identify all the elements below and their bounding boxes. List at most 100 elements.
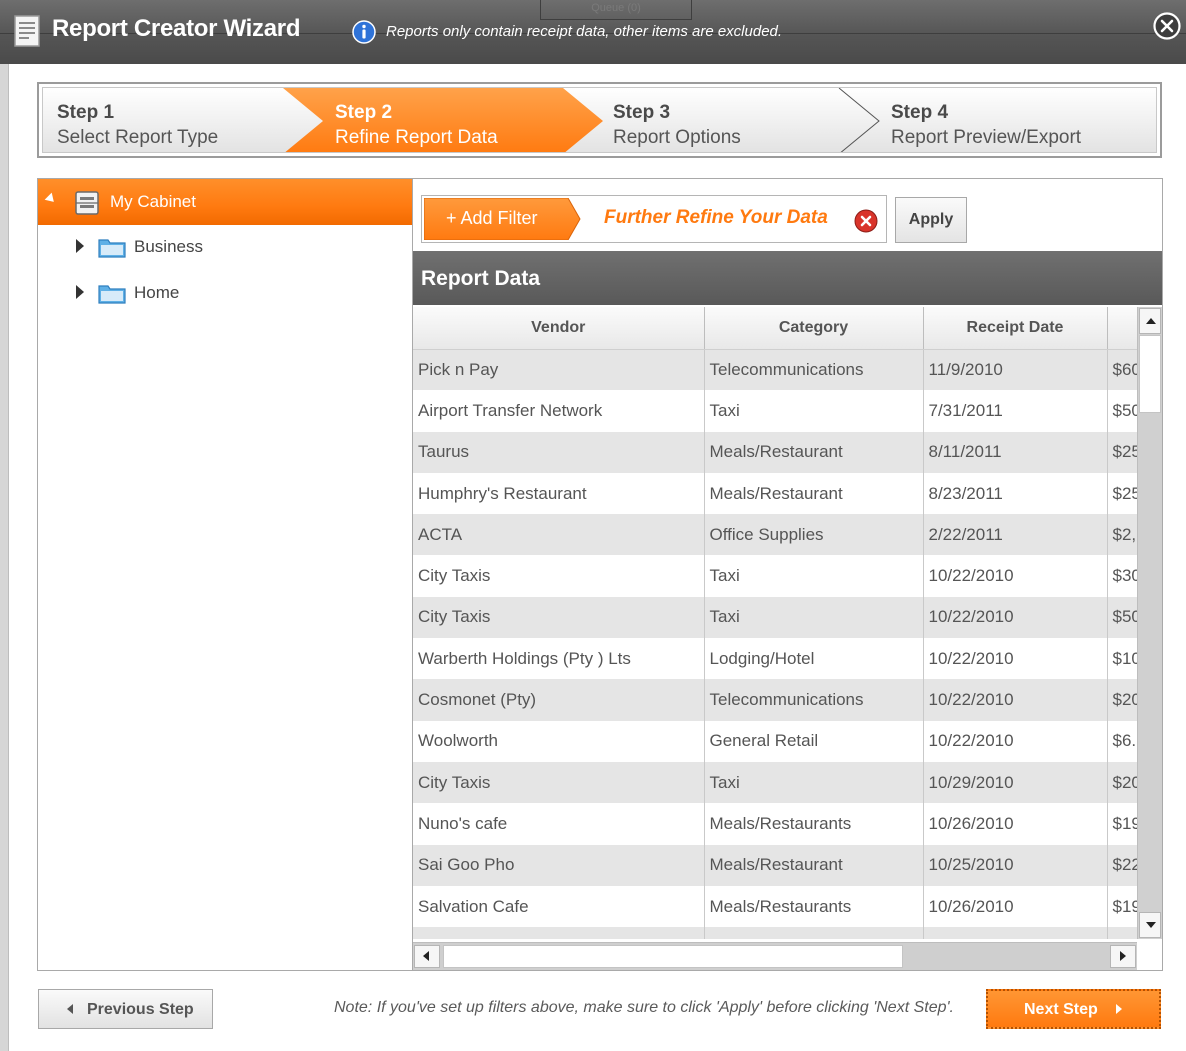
table-row[interactable]: Sai Goo PhoMeals/Restaurant10/25/2010$22 (413, 844, 1137, 886)
step-1[interactable]: Step 1 Select Report Type (57, 100, 218, 150)
apply-button[interactable]: Apply (895, 197, 967, 243)
cell-category: Lodging/Hotel (704, 638, 924, 680)
cell-receipt-date: 10/22/2010 (923, 638, 1108, 680)
table-row[interactable]: City TaxisTaxi10/29/2010$20 (413, 761, 1137, 804)
cell-vendor: Woolworth (413, 720, 705, 762)
cell-amount: $20 (1107, 679, 1137, 721)
table-row[interactable]: Nomads TaxisTaxi10/3/2010$30 (413, 927, 1137, 939)
cabinet-tree: My Cabinet Business Home (37, 178, 413, 971)
cell-receipt-date: 10/29/2010 (923, 761, 1108, 804)
cell-vendor: City Taxis (413, 555, 705, 597)
report-panel: + Add Filter Further Refine Your Data Ap… (412, 178, 1163, 971)
cell-category: Taxi (704, 596, 924, 639)
cell-category: Meals/Restaurants (704, 803, 924, 845)
cell-category: Taxi (704, 555, 924, 597)
horizontal-scrollbar[interactable] (413, 942, 1137, 970)
cell-receipt-date: 8/11/2011 (923, 431, 1108, 473)
wizard-steps: Step 1 Select Report Type Step 2 Refine Re… (37, 82, 1162, 158)
scroll-left-arrow-icon[interactable] (414, 945, 440, 968)
folder-icon (98, 285, 126, 304)
expand-arrow-icon[interactable] (76, 285, 84, 299)
expand-arrow-icon[interactable] (76, 239, 84, 253)
cell-vendor: Nuno's cafe (413, 803, 705, 845)
step-3[interactable]: Step 3 Report Options (613, 100, 741, 150)
table-row[interactable]: TaurusMeals/Restaurant8/11/2011$25 (413, 431, 1137, 473)
cell-category: Meals/Restaurant (704, 844, 924, 886)
cell-receipt-date: 10/25/2010 (923, 844, 1108, 886)
cell-receipt-date: 11/9/2010 (923, 349, 1108, 391)
cell-vendor: Pick n Pay (413, 349, 705, 391)
cell-amount: $22 (1107, 844, 1137, 886)
cell-amount: $30 (1107, 927, 1137, 939)
info-message: Reports only contain receipt data, other… (386, 23, 783, 40)
table-row[interactable]: Pick n PayTelecommunications11/9/2010$60 (413, 349, 1137, 391)
table-row[interactable]: Salvation Cafe Meals/Restaurants 10/26/201… (413, 885, 1137, 928)
cell-category: Meals/Restaurants (704, 885, 924, 928)
expand-arrow-icon[interactable] (44, 192, 58, 206)
column-header-category[interactable]: Category (704, 307, 924, 350)
add-filter-label[interactable]: + Add Filter (446, 208, 538, 229)
table-row[interactable]: City TaxisTaxi10/22/2010$50 (413, 596, 1137, 639)
step-4[interactable]: Step 4 Report Preview/Export (891, 100, 1081, 150)
dialog-edge (0, 64, 8, 1051)
previous-step-button[interactable]: Previous Step (38, 989, 213, 1029)
background-queue-tab: Queue (0) (540, 0, 692, 20)
clear-filter-icon[interactable] (854, 209, 878, 233)
cell-category: Meals/Restaurant (704, 472, 924, 515)
cell-amount: $2, (1107, 514, 1137, 556)
step-2[interactable]: Step 2 Refine Report Data (335, 100, 498, 150)
vertical-scroll-thumb[interactable] (1139, 335, 1161, 413)
scroll-down-arrow-icon[interactable] (1139, 912, 1161, 938)
cell-amount: $19 (1107, 803, 1137, 845)
cell-receipt-date: 2/22/2011 (923, 514, 1108, 556)
cell-receipt-date: 10/3/2010 (923, 927, 1108, 939)
cell-amount: $19 (1107, 885, 1137, 928)
cell-vendor: Humphry's Restaurant (413, 472, 705, 515)
cabinet-icon (75, 191, 99, 215)
cell-vendor: Taurus (413, 431, 705, 473)
table-row[interactable]: Airport Transfer NetworkTaxi7/31/2011$50 (413, 390, 1137, 432)
table-row[interactable]: ACTA Office Supplies 2/22/2011 $2, (413, 514, 1137, 556)
vertical-scrollbar[interactable] (1137, 307, 1162, 939)
chevron-right-icon (1116, 1004, 1122, 1014)
column-header-amount[interactable] (1107, 307, 1137, 350)
cell-amount: $50 (1107, 596, 1137, 639)
tree-item-home[interactable]: Home (38, 273, 412, 313)
cell-vendor: Nomads Taxis (413, 927, 705, 939)
cell-vendor: Salvation Cafe (413, 885, 705, 928)
cell-receipt-date: 10/22/2010 (923, 679, 1108, 721)
next-step-label: Next Step (1024, 1001, 1098, 1018)
report-icon (14, 15, 40, 47)
cell-vendor: Cosmonet (Pty) (413, 679, 705, 721)
table-row[interactable]: Warberth Holdings (Pty ) Lts Lodging/Hote… (413, 638, 1137, 680)
cell-amount: $10 (1107, 638, 1137, 680)
table-row[interactable]: Cosmonet (Pty) Telecommunications 10/22/20… (413, 679, 1137, 721)
table-row[interactable]: Humphry's Restaurant Meals/Restaurant 8/23… (413, 472, 1137, 515)
column-header-receipt-date[interactable]: Receipt Date (923, 307, 1108, 350)
tree-item-business[interactable]: Business (38, 227, 412, 267)
table-row[interactable]: Woolworth General Retail 10/22/2010 $6. (413, 720, 1137, 762)
report-data-title: Report Data (421, 267, 541, 290)
previous-step-label: Previous Step (87, 1001, 194, 1018)
cell-vendor: ACTA (413, 514, 705, 556)
cell-category: Office Supplies (704, 514, 924, 556)
cell-amount: $25 (1107, 431, 1137, 473)
cell-category: Taxi (704, 390, 924, 432)
scroll-up-arrow-icon[interactable] (1139, 308, 1161, 334)
table-row[interactable]: Nuno's cafe Meals/Restaurants 10/26/2010 $1… (413, 803, 1137, 845)
horizontal-scroll-thumb[interactable] (443, 945, 903, 968)
close-icon[interactable] (1152, 11, 1182, 41)
cell-amount: $25 (1107, 472, 1137, 515)
tree-item-my-cabinet[interactable]: My Cabinet (38, 179, 412, 225)
cell-vendor: City Taxis (413, 761, 705, 804)
column-header-vendor[interactable]: Vendor (413, 307, 705, 350)
cell-receipt-date: 8/23/2011 (923, 472, 1108, 515)
scroll-right-arrow-icon[interactable] (1110, 945, 1136, 968)
next-step-button[interactable]: Next Step (986, 989, 1161, 1029)
cell-vendor: Sai Goo Pho (413, 844, 705, 886)
cell-receipt-date: 10/26/2010 (923, 885, 1108, 928)
table-row[interactable]: City TaxisTaxi10/22/2010$30 (413, 555, 1137, 597)
cell-amount: $50 (1107, 390, 1137, 432)
chevron-left-icon (67, 1004, 73, 1014)
cell-receipt-date: 7/31/2011 (923, 390, 1108, 432)
